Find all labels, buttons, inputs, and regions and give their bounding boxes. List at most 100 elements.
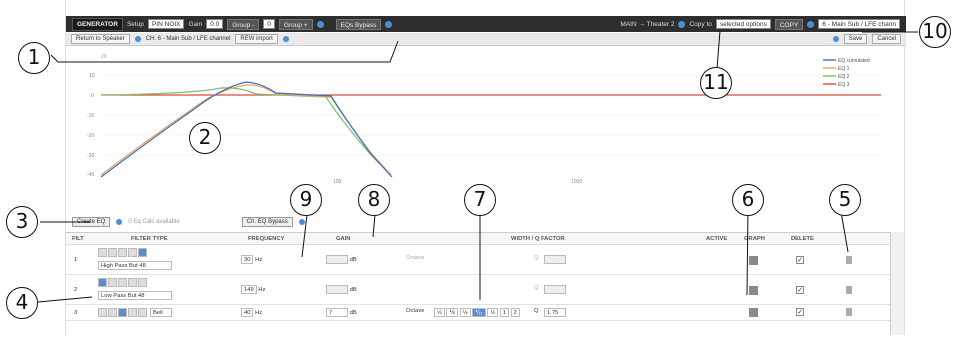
bypass-channel-info-icon[interactable] [298,219,305,225]
callout-6: 6 [732,184,764,216]
rew-info-icon[interactable] [282,36,289,42]
filter-type-buttons[interactable] [98,308,148,317]
trash-icon[interactable] [846,286,852,294]
row-number: 3 [74,309,78,316]
return-to-speaker-button[interactable]: Return to Speaker [71,34,130,44]
q-label: Q [534,285,539,291]
callout-1: 1 [18,42,50,74]
q-input[interactable] [544,285,566,294]
row-number: 2 [74,286,78,293]
preset-select[interactable]: PIN NOIX [147,19,185,29]
callout-9: 9 [290,184,322,216]
q-input[interactable]: 1.75 [544,308,566,317]
create-info-icon[interactable] [116,219,123,225]
delete-checkbox[interactable]: ✓ [796,256,804,264]
octave-option-selected[interactable]: ⅟₁₂ [472,308,486,317]
graph-toggle[interactable] [749,308,758,317]
table-row: 2 Low Pass But 48 149 Hz dB Q ✓ [66,275,891,305]
group-info-icon[interactable] [316,20,324,28]
graph-toggle[interactable] [749,286,758,295]
y-tick: -10 [87,113,94,119]
frequency-field[interactable]: 149 Hz [241,285,265,294]
header-filter-type: FILTER TYPE [131,235,168,242]
y-tick: -20 [87,133,94,139]
frequency-input[interactable]: 30 [241,255,254,264]
octave-option[interactable]: ½ [487,308,499,317]
copy-options-select[interactable]: selected options [715,19,771,29]
gain-field[interactable]: dB [326,285,357,294]
filter-type-buttons[interactable] [98,278,148,287]
cancel-button[interactable]: Cancel [872,34,901,44]
octave-option[interactable]: 1 [499,308,510,317]
frequency-input[interactable]: 149 [241,285,257,294]
channel-info-icon[interactable] [807,20,815,28]
trash-icon[interactable] [846,256,852,264]
callout-11: 11 [700,67,732,99]
generator-button[interactable]: GENERATOR [72,17,123,31]
gain-unit: dB [349,257,357,264]
copy-info-icon[interactable] [678,20,686,28]
y-tick: 0 [91,93,94,99]
channel-eq-bypass-button[interactable]: Ch. EQ Bypass [241,217,293,227]
gain-input[interactable] [326,285,348,294]
frequency-field[interactable]: 40 Hz [241,308,262,317]
octave-option[interactable]: 2 [510,308,520,317]
filter-type-select[interactable]: High Pass But 48 [98,261,172,270]
octave-label: Octave [406,255,425,261]
callout-2: 2 [189,122,221,154]
gain-label: Gain [188,20,203,28]
table-row: 1 High Pass But 48 30 Hz dB Octave Q ✓ [66,245,891,275]
gain-input[interactable]: 0.0 [206,19,224,29]
channel-select[interactable]: 6 - Main Sub / LFE chann [818,19,900,29]
x-tick: 100 [333,179,342,185]
gain-input[interactable]: 7 [326,308,348,317]
callout-4: 4 [6,287,38,319]
header-graph: GRAPH [744,235,765,242]
copy-button[interactable]: COPY [774,18,804,30]
frequency-unit: Hz [255,257,263,264]
gain-field[interactable]: dB [326,255,357,264]
filter-type-select[interactable]: Low Pass But 48 [98,291,172,300]
setup-label[interactable]: Setup [127,21,144,28]
octave-option[interactable]: ⅛ [459,308,471,317]
legend-eq3: EQ 3 [838,82,850,88]
frequency-input[interactable]: 40 [241,308,254,317]
callout-3: 3 [6,206,38,238]
trash-icon[interactable] [846,308,852,316]
octave-option[interactable]: ⅙ [446,308,459,317]
callout-7: 7 [464,184,496,216]
gain-input[interactable] [326,255,348,264]
save-button[interactable]: Save [843,34,868,44]
group-input[interactable]: 0 [263,19,275,29]
table-scrollbar[interactable] [890,232,904,335]
delete-checkbox[interactable]: ✓ [796,308,804,316]
legend-eq1: EQ 1 [838,66,850,72]
frequency-field[interactable]: 30 Hz [241,255,262,264]
save-info-icon[interactable] [832,36,839,42]
header-filt: FILT [72,235,84,242]
filter-type-buttons[interactable] [98,248,148,257]
group-plus-button[interactable]: Group + [278,18,313,30]
eq-response-graph[interactable]: 20 10 0 -10 -20 -30 -40 100 1000 EQ cumu… [71,50,901,190]
octave-option[interactable]: ⅓ [434,308,445,317]
gain-unit: dB [349,310,357,317]
group-minus-button[interactable]: Group - [227,18,260,30]
bypass-info-icon[interactable] [385,20,393,28]
octave-label: Octave [406,308,425,314]
legend-eq2: EQ 2 [838,74,850,80]
top-toolbar: GENERATOR Setup PIN NOIX Gain 0.0 Group … [66,16,906,32]
octave-buttons[interactable]: ⅓ ⅙ ⅛ ⅟₁₂ ½ 1 2 [434,308,520,317]
rew-import-button[interactable]: REW import [235,34,278,44]
gain-unit: dB [349,287,357,294]
channel-icon [134,36,141,42]
graph-toggle[interactable] [749,256,758,265]
filter-type-select[interactable]: Bell [150,308,172,317]
eq-bypass-button[interactable]: EQs Bypass [335,18,382,30]
q-input[interactable] [544,255,566,264]
header-delete: DELETE [791,235,814,242]
header-width-q: WIDTH / Q FACTOR [511,235,565,242]
gain-field[interactable]: 7 dB [326,308,357,317]
create-eq-button[interactable]: Create EQ [72,217,111,227]
table-row: 3 Bell 40 Hz 7 dB Octave ⅓ ⅙ ⅛ ⅟₁₂ ½ 1 2… [66,305,891,321]
delete-checkbox[interactable]: ✓ [796,286,804,294]
